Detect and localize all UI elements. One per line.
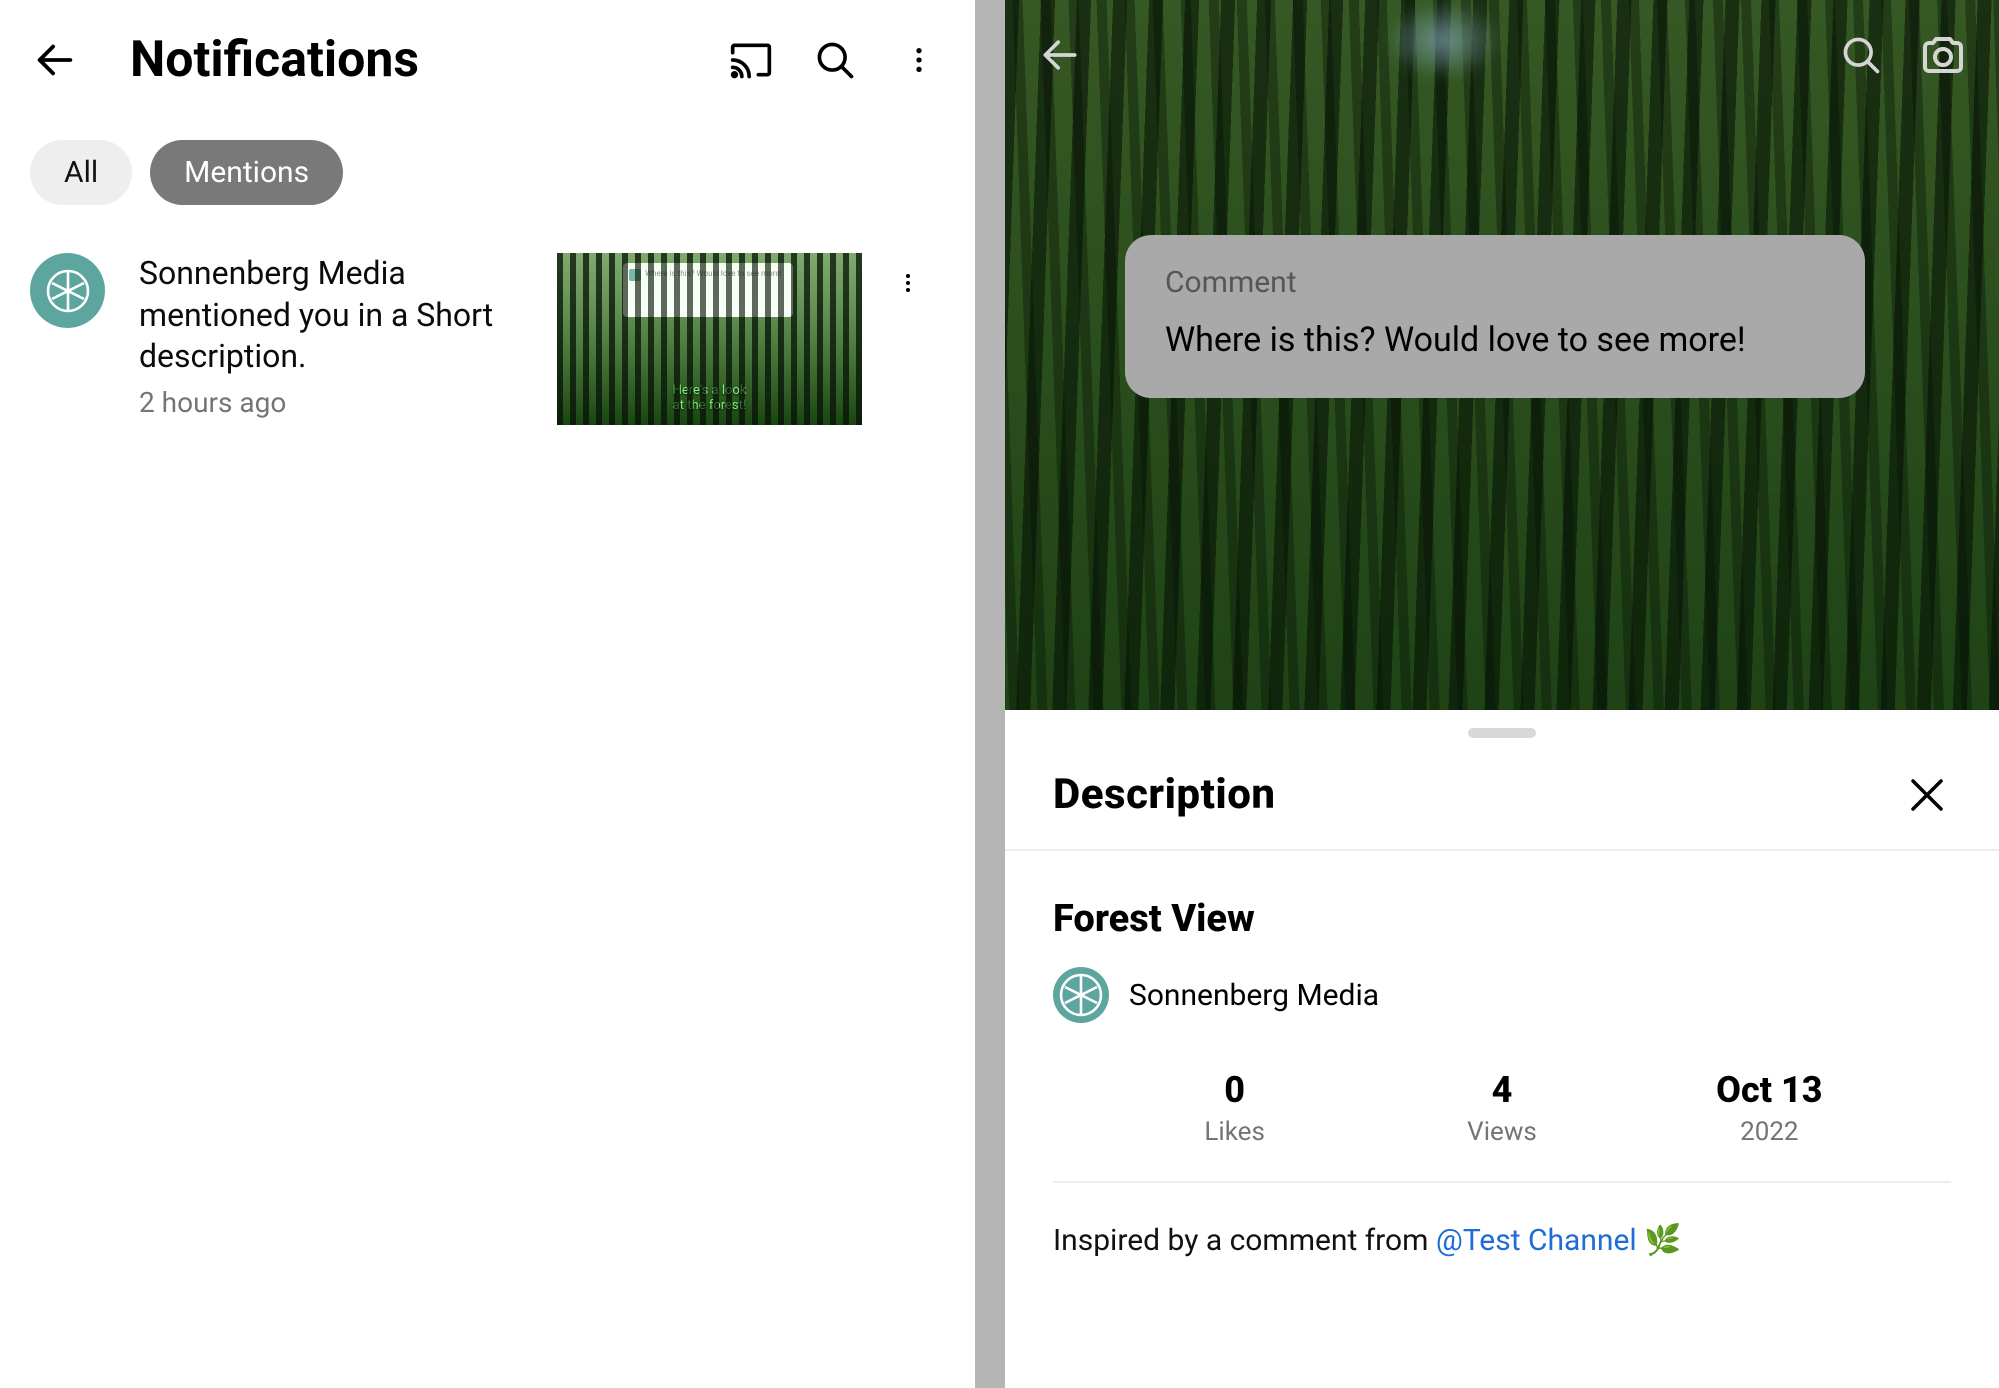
stat-date: Oct 13 2022 [1636, 1069, 1903, 1147]
notification-more-icon[interactable] [882, 257, 934, 309]
page-title: Notifications [130, 31, 693, 89]
leaf-emoji: 🌿 [1637, 1223, 1682, 1258]
comment-label: Comment [1165, 265, 1825, 300]
chip-all[interactable]: All [30, 140, 132, 205]
notification-thumbnail[interactable]: Where is this? Would love to see more! H… [557, 253, 862, 425]
sheet-handle[interactable] [1468, 728, 1536, 738]
sheet-title: Description [1053, 770, 1276, 819]
comment-text: Where is this? Would love to see more! [1165, 318, 1825, 362]
back-icon[interactable] [1035, 30, 1085, 80]
more-icon[interactable] [893, 34, 945, 86]
cast-icon[interactable] [725, 34, 777, 86]
close-icon[interactable] [1903, 771, 1951, 819]
notification-item[interactable]: Sonnenberg Media mentioned you in a Shor… [30, 253, 945, 425]
chip-mentions[interactable]: Mentions [150, 140, 343, 205]
search-icon[interactable] [809, 34, 861, 86]
stat-views: 4 Views [1368, 1069, 1635, 1147]
channel-name: Sonnenberg Media [1129, 978, 1379, 1013]
mention-link[interactable]: @Test Channel [1436, 1223, 1637, 1258]
notification-text: Sonnenberg Media mentioned you in a Shor… [139, 253, 529, 378]
back-icon[interactable] [30, 35, 80, 85]
description-sheet: Description Forest View Sonnenberg Media… [1005, 710, 1999, 1388]
stat-likes: 0 Likes [1101, 1069, 1368, 1147]
panel-divider [975, 0, 1005, 1388]
channel-avatar [30, 253, 105, 328]
description-body: Inspired by a comment from @Test Channel… [1005, 1183, 1999, 1258]
channel-avatar [1053, 967, 1109, 1023]
comment-overlay-card[interactable]: Comment Where is this? Would love to see… [1125, 235, 1865, 398]
video-title: Forest View [1005, 851, 1999, 941]
search-icon[interactable] [1835, 29, 1887, 81]
notifications-panel: Notifications All Mentions Sonnenberg Me… [0, 0, 975, 1388]
channel-row[interactable]: Sonnenberg Media [1005, 941, 1999, 1023]
camera-icon[interactable] [1917, 29, 1969, 81]
notification-time: 2 hours ago [139, 386, 529, 419]
short-view-panel: Comment Where is this? Would love to see… [1005, 0, 1999, 1388]
